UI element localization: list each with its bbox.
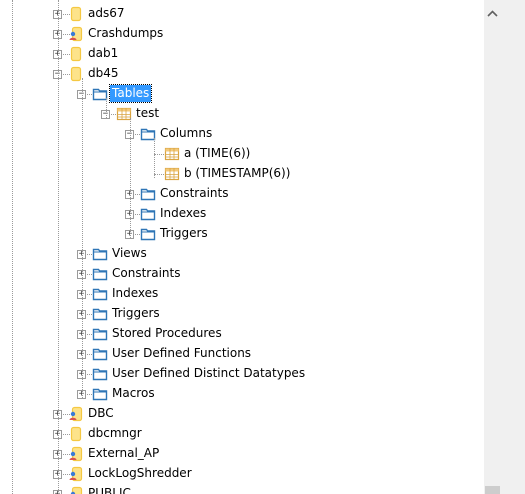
tree-node-label[interactable]: Triggers xyxy=(110,305,162,322)
tree-node-stored-procedures[interactable]: + Stored Procedures xyxy=(0,324,484,344)
db-icon xyxy=(68,46,84,62)
table-icon xyxy=(164,146,180,162)
tree-node-label[interactable]: PUBLIC xyxy=(86,485,133,494)
tree-node-label[interactable]: Columns xyxy=(158,125,214,142)
tree-node-label[interactable]: Macros xyxy=(110,385,157,402)
tree-node-label[interactable]: Crashdumps xyxy=(86,25,165,42)
scrollbar-thumb[interactable] xyxy=(485,486,500,494)
folder-icon xyxy=(92,306,108,322)
tree-node-triggers-t[interactable]: + Triggers xyxy=(0,224,484,244)
tree-node-label[interactable]: db45 xyxy=(86,65,121,82)
tree-node-label[interactable]: a (TIME(6)) xyxy=(182,145,252,162)
tree-node-indexes-t[interactable]: + Indexes xyxy=(0,204,484,224)
tree-node-macros[interactable]: + Macros xyxy=(0,384,484,404)
tree-node-label[interactable]: Constraints xyxy=(110,265,182,282)
table-icon xyxy=(164,166,180,182)
tree-node-tables[interactable]: − Tables xyxy=(0,84,484,104)
tree-node-public[interactable]: + PUBLIC xyxy=(0,484,484,494)
tree-node-label[interactable]: Stored Procedures xyxy=(110,325,224,342)
folder-icon xyxy=(140,226,156,242)
tree-node-constraints-t[interactable]: + Constraints xyxy=(0,184,484,204)
user-db-icon xyxy=(68,486,84,494)
tree-node-label[interactable]: Views xyxy=(110,245,149,262)
db-icon xyxy=(68,426,84,442)
user-db-icon xyxy=(68,406,84,422)
tree-node-views[interactable]: + Views xyxy=(0,244,484,264)
folder-icon xyxy=(140,206,156,222)
tree-node-indexes[interactable]: + Indexes xyxy=(0,284,484,304)
tree-node-constraints[interactable]: + Constraints xyxy=(0,264,484,284)
tree-guide-level3 xyxy=(130,118,131,238)
tree-node-locklogshredder[interactable]: + LockLogShredder xyxy=(0,464,484,484)
tree-node-label[interactable]: LockLogShredder xyxy=(86,465,194,482)
tree-node-label[interactable]: User Defined Distinct Datatypes xyxy=(110,365,307,382)
database-tree[interactable]: + ads67 + Crashdumps + dab1− db45− Tables − test −… xyxy=(0,0,508,494)
user-db-icon xyxy=(68,26,84,42)
user-db-icon xyxy=(68,446,84,462)
tree-node-label[interactable]: Constraints xyxy=(158,185,230,202)
tree-node-crashdumps[interactable]: + Crashdumps xyxy=(0,24,484,44)
tree-node-label[interactable]: Tables xyxy=(108,84,153,103)
tree-node-udf[interactable]: + User Defined Functions xyxy=(0,344,484,364)
tree-node-col-a[interactable]: a (TIME(6)) xyxy=(0,144,484,164)
tree-guide-level1 xyxy=(82,78,83,398)
tree-node-col-b[interactable]: b (TIMESTAMP(6)) xyxy=(0,164,484,184)
tree-node-label[interactable]: dbcmngr xyxy=(86,425,144,442)
tree-node-label[interactable]: Triggers xyxy=(158,225,210,242)
tree-node-dab1[interactable]: + dab1 xyxy=(0,44,484,64)
tree-node-dbc[interactable]: + DBC xyxy=(0,404,484,424)
tree-node-label[interactable]: DBC xyxy=(86,405,116,422)
tree-node-label[interactable]: User Defined Functions xyxy=(110,345,253,362)
folder-icon xyxy=(92,326,108,342)
folder-icon xyxy=(92,246,108,262)
tree-node-label[interactable]: External_AP xyxy=(86,445,161,462)
tree-node-label[interactable]: test xyxy=(134,105,161,122)
tree-node-label[interactable]: Indexes xyxy=(158,205,208,222)
folder-icon xyxy=(92,346,108,362)
tree-node-ads67[interactable]: + ads67 xyxy=(0,4,484,24)
db-icon xyxy=(68,6,84,22)
tree-guide-level0 xyxy=(58,0,59,494)
folder-icon xyxy=(92,266,108,282)
tree-node-test[interactable]: − test xyxy=(0,104,484,124)
tree-node-external-ap[interactable]: + External_AP xyxy=(0,444,484,464)
folder-icon xyxy=(140,186,156,202)
folder-icon xyxy=(92,286,108,302)
chevron-up-icon[interactable] xyxy=(484,0,501,26)
tree-node-label[interactable]: b (TIMESTAMP(6)) xyxy=(182,165,292,182)
folder-icon xyxy=(92,366,108,382)
tree-guide-level2 xyxy=(106,98,107,118)
tree-node-udt[interactable]: + User Defined Distinct Datatypes xyxy=(0,364,484,384)
tree-node-db45[interactable]: − db45 xyxy=(0,64,484,84)
tree-node-label[interactable]: ads67 xyxy=(86,5,127,22)
vertical-scrollbar[interactable] xyxy=(484,0,525,494)
tree-guide-level4 xyxy=(154,138,155,178)
tree-node-columns[interactable]: − Columns xyxy=(0,124,484,144)
folder-icon xyxy=(92,386,108,402)
tree-node-label[interactable]: dab1 xyxy=(86,45,120,62)
user-db-icon xyxy=(68,466,84,482)
tree-node-triggers[interactable]: + Triggers xyxy=(0,304,484,324)
tree-node-label[interactable]: Indexes xyxy=(110,285,160,302)
tree-node-dbcmngr[interactable]: + dbcmngr xyxy=(0,424,484,444)
